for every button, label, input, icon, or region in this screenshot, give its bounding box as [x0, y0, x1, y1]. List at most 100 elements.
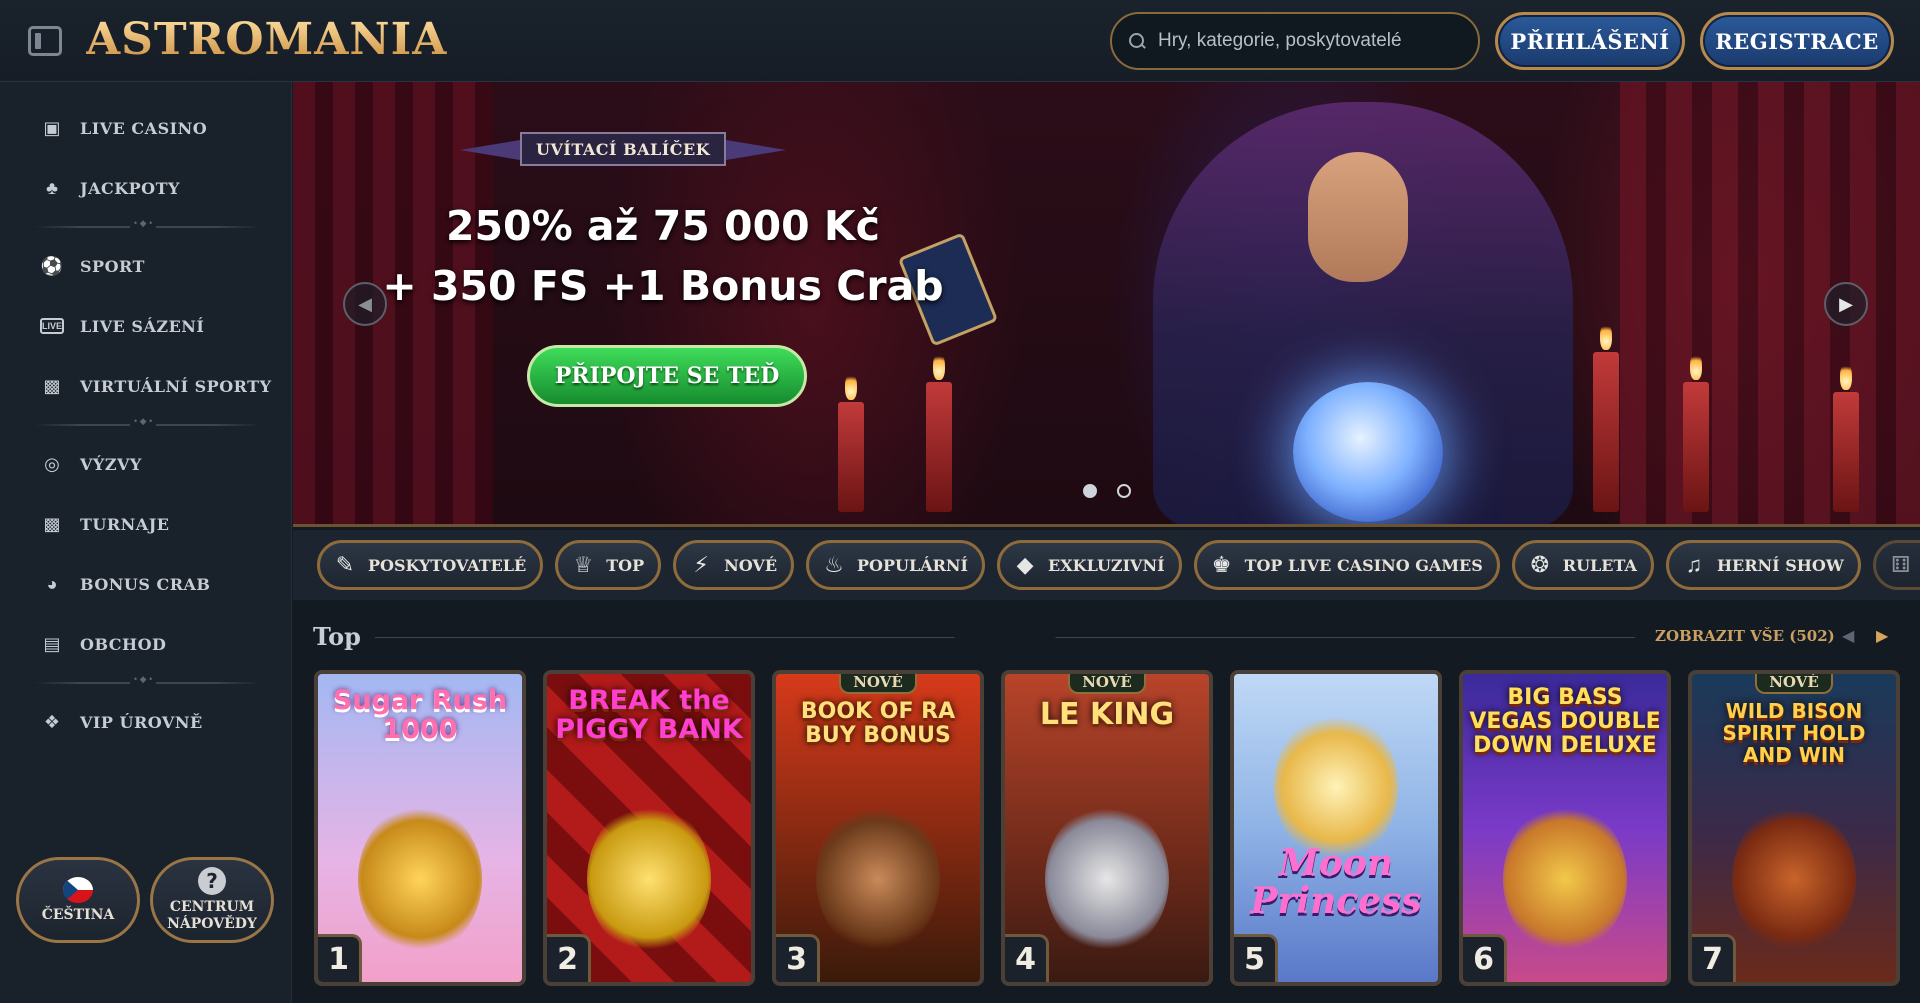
sidebar-item-vip[interactable]: ❖ VIP ÚROVNĚ: [0, 698, 292, 746]
language-button[interactable]: ČEŠTINA: [16, 857, 140, 943]
show-all-link[interactable]: ZOBRAZIT VŠE (502): [1655, 627, 1835, 645]
rank-badge: 2: [547, 934, 591, 982]
category-roulette[interactable]: ❂ RULETA: [1511, 540, 1654, 590]
trophy-icon: ♕: [573, 552, 594, 577]
category-label: EXKLUZIVNÍ: [1048, 555, 1165, 575]
search-icon: [1128, 32, 1146, 50]
site-logo[interactable]: ASTROMANIA: [86, 14, 447, 65]
banner-dot-2[interactable]: [1117, 484, 1131, 498]
sidebar-item-shop[interactable]: ▤ OBCHOD: [0, 620, 292, 668]
join-now-button[interactable]: PŘIPOJTE SE TEĎ: [527, 345, 807, 407]
sidebar-item-label: VIRTUÁLNÍ SPORTY: [80, 376, 272, 396]
sidebar: ▣ LIVE CASINO ♣ JACKPOTY ⚽ SPORT LIVE LI…: [0, 82, 292, 1003]
category-label: RULETA: [1562, 555, 1637, 575]
crown-icon: ♚: [1211, 552, 1232, 577]
roulette-icon: ❂: [1530, 552, 1550, 577]
category-popular[interactable]: ♨ POPULÁRNÍ: [806, 540, 986, 590]
help-icon: ?: [198, 867, 226, 895]
candle: [926, 352, 952, 512]
rank-badge: 6: [1463, 934, 1507, 982]
language-label: ČEŠTINA: [41, 906, 115, 923]
game-card[interactable]: Moon Princess 5: [1230, 670, 1442, 986]
sidebar-divider: [34, 416, 260, 427]
promo-banner[interactable]: UVÍTACÍ BALÍČEK 250% až 75 000 Kč + 350 …: [293, 82, 1920, 527]
category-new[interactable]: ⚡ NOVÉ: [673, 540, 795, 590]
category-providers[interactable]: ✎ POSKYTOVATELÉ: [317, 540, 544, 590]
game-title: Moon Princess: [1250, 842, 1422, 922]
category-top[interactable]: ♕ TOP: [555, 540, 662, 590]
sidebar-item-challenges[interactable]: ◎ VÝZVY: [0, 440, 292, 488]
banner-dot-1[interactable]: [1083, 484, 1097, 498]
sidebar-divider: [34, 218, 260, 229]
category-label: NOVÉ: [724, 555, 778, 575]
game-art: [358, 804, 482, 954]
section-divider: [375, 637, 1635, 638]
category-label: POSKYTOVATELÉ: [368, 555, 527, 575]
game-card[interactable]: BIG BASS VEGAS DOUBLE DOWN DELUXE 6: [1459, 670, 1671, 986]
login-button[interactable]: PŘIHLÁŠENÍ: [1495, 12, 1685, 70]
sidebar-item-live-casino[interactable]: ▣ LIVE CASINO: [0, 104, 292, 152]
new-badge: NOVÉ: [839, 674, 917, 694]
help-label: CENTRUM NÁPOVĚDY: [167, 899, 257, 932]
game-card[interactable]: NOVÉ LE KING 4: [1001, 670, 1213, 986]
category-exclusive[interactable]: ◆ EXKLUZIVNÍ: [997, 540, 1182, 590]
sidebar-item-live-betting[interactable]: LIVE LIVE SÁZENÍ: [0, 302, 292, 350]
providers-icon: ✎: [335, 552, 355, 577]
category-bar: ✎ POSKYTOVATELÉ ♕ TOP ⚡ NOVÉ ♨ POPULÁRNÍ…: [293, 530, 1920, 600]
search-input[interactable]: [1158, 30, 1458, 52]
sidebar-item-label: LIVE CASINO: [80, 118, 208, 138]
rank-badge: 4: [1005, 934, 1049, 982]
category-partial[interactable]: ⚅ BI: [1872, 540, 1920, 590]
game-title: BIG BASS VEGAS DOUBLE DOWN DELUXE: [1469, 685, 1661, 758]
banner-prev-icon[interactable]: ◀: [343, 282, 387, 326]
category-top-live-casino[interactable]: ♚ TOP LIVE CASINO GAMES: [1193, 540, 1500, 590]
sidebar-item-label: LIVE SÁZENÍ: [80, 316, 205, 336]
sidebar-item-bonus-crab[interactable]: ◕ BONUS CRAB: [0, 560, 292, 608]
banner-pagination: [1083, 484, 1131, 498]
game-art: [1045, 804, 1169, 954]
game-art: [1503, 804, 1627, 954]
sidebar-item-tournaments[interactable]: ▩ TURNAJE: [0, 500, 292, 548]
game-art: [1732, 804, 1856, 954]
games-prev-icon[interactable]: ◀: [1842, 626, 1854, 646]
sidebar-item-label: BONUS CRAB: [80, 574, 211, 594]
offer-subline: + 350 FS +1 Bonus Crab: [382, 262, 944, 310]
rank-badge: 1: [318, 934, 362, 982]
register-button[interactable]: REGISTRACE: [1700, 12, 1894, 70]
games-next-icon[interactable]: ▶: [1876, 626, 1888, 646]
sidebar-toggle-icon[interactable]: [28, 26, 62, 56]
flame-icon: ♨: [824, 552, 844, 577]
category-label: TOP: [606, 555, 645, 575]
candle: [1683, 352, 1709, 512]
podium-icon: ▩: [43, 513, 61, 534]
top-header: ASTROMANIA PŘIHLÁŠENÍ REGISTRACE: [0, 0, 1920, 82]
search-box[interactable]: [1110, 12, 1480, 70]
sidebar-item-label: SPORT: [80, 256, 145, 276]
new-badge: NOVÉ: [1068, 674, 1146, 694]
help-center-button[interactable]: ? CENTRUM NÁPOVĚDY: [150, 857, 274, 943]
new-badge: NOVÉ: [1755, 674, 1833, 694]
curtain-right: [1620, 82, 1920, 524]
sidebar-item-jackpots[interactable]: ♣ JACKPOTY: [0, 164, 292, 212]
live-badge-icon: LIVE: [40, 318, 64, 334]
crystal-ball: [1293, 382, 1443, 522]
sidebar-item-virtual-sports[interactable]: ▩ VIRTUÁLNÍ SPORTY: [0, 362, 292, 410]
category-game-show[interactable]: ♫ HERNÍ SHOW: [1665, 540, 1861, 590]
game-card[interactable]: NOVÉ WILD BISON SPIRIT HOLD AND WIN 7: [1688, 670, 1900, 986]
sidebar-item-label: VÝZVY: [80, 454, 142, 474]
game-art: [816, 804, 940, 954]
microphone-icon: ♫: [1685, 552, 1703, 577]
sidebar-item-sport[interactable]: ⚽ SPORT: [0, 242, 292, 290]
top-games-row: Sugar Rush 1000 1 BREAK the PIGGY BANK 2…: [314, 670, 1920, 1003]
sidebar-divider: [34, 674, 260, 685]
category-label: TOP LIVE CASINO GAMES: [1244, 555, 1483, 575]
offer-headline: 250% až 75 000 Kč: [445, 202, 880, 250]
candle: [1593, 322, 1619, 512]
vip-icon: ❖: [43, 711, 61, 732]
game-title: BOOK OF RA BUY BONUS: [800, 699, 956, 748]
game-card[interactable]: Sugar Rush 1000 1: [314, 670, 526, 986]
game-card[interactable]: BREAK the PIGGY BANK 2: [543, 670, 755, 986]
banner-next-icon[interactable]: ▶: [1824, 282, 1868, 326]
game-card[interactable]: NOVÉ BOOK OF RA BUY BONUS 3: [772, 670, 984, 986]
candle: [838, 372, 864, 512]
